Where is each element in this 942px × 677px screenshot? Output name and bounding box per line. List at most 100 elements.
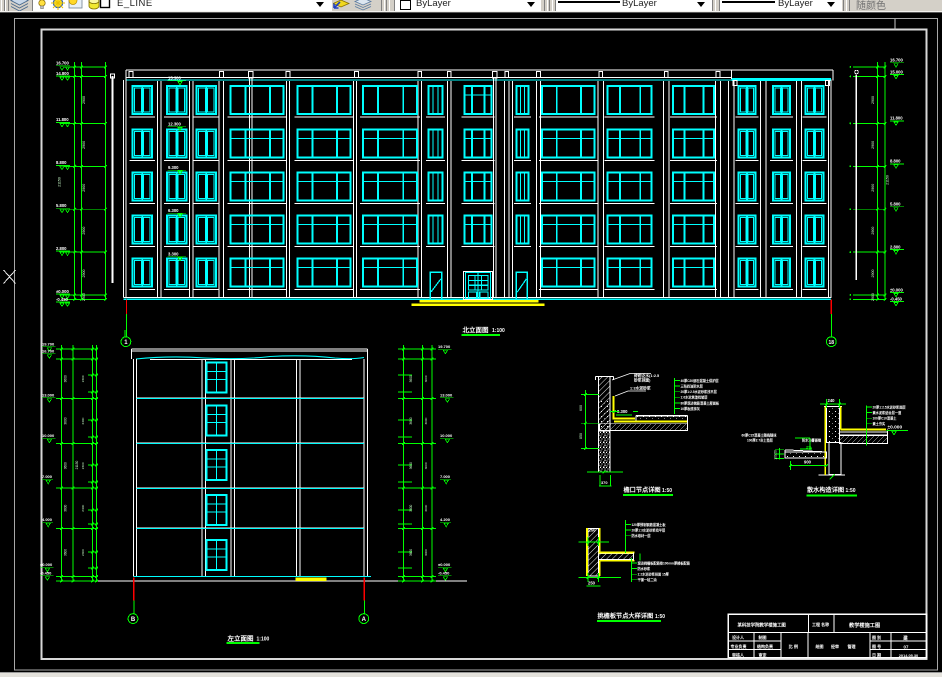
svg-text:13.000: 13.000 [440,393,453,398]
svg-text:±0.000: ±0.000 [56,289,69,294]
svg-text:2900: 2900 [82,270,86,278]
svg-text:100厚C10混凝土: 100厚C10混凝土 [873,416,898,421]
svg-text:教学楼施工图: 教学楼施工图 [848,621,880,629]
svg-text:16.700: 16.700 [56,61,69,66]
svg-text:2900: 2900 [871,227,875,235]
svg-text:现浇挑檐板配筋按100mm厚楼板配筋: 现浇挑檐板配筋按100mm厚楼板配筋 [638,560,691,565]
svg-text:40厚C20细石混凝土保护层: 40厚C20细石混凝土保护层 [681,378,720,383]
svg-text:10.000: 10.000 [42,433,55,438]
svg-text:北立面图: 北立面图 [463,325,490,334]
svg-text:3.300: 3.300 [168,252,179,257]
svg-text:专业负责: 专业负责 [731,643,747,649]
svg-text:B: B [131,617,136,623]
svg-text:比 例: 比 例 [789,643,799,650]
svg-text:1:100: 1:100 [257,636,270,642]
svg-text:干铺一毡二油: 干铺一毡二油 [638,577,657,582]
svg-text:3600: 3600 [409,504,413,511]
svg-text:±0.000: ±0.000 [438,562,451,567]
svg-text:3600: 3600 [64,504,68,511]
svg-text:某科技学院教学楼施工图: 某科技学院教学楼施工图 [738,622,787,629]
svg-text:5.800: 5.800 [890,202,901,207]
svg-text:砂浆抹面): 砂浆抹面) [634,378,651,383]
svg-text:2400: 2400 [81,505,85,512]
svg-text:80厚现浇钢筋混凝土屋面板: 80厚现浇钢筋混凝土屋面板 [681,400,720,405]
svg-text:3000: 3000 [424,462,428,469]
svg-text:设计人: 设计人 [732,634,745,640]
svg-text:5.800: 5.800 [56,203,67,208]
svg-text:16.700: 16.700 [890,58,903,63]
svg-text:建: 建 [902,634,908,641]
svg-text:20厚1:2.5水泥砂浆面层: 20厚1:2.5水泥砂浆面层 [873,404,907,409]
svg-text:工程 名称: 工程 名称 [812,621,829,627]
svg-text:审核人: 审核人 [732,652,745,658]
svg-text:散水构造详图: 散水构造详图 [807,486,844,494]
svg-text:砖砌泛水(1:2.5: 砖砌泛水(1:2.5 [634,373,659,378]
svg-text:2900: 2900 [82,293,86,301]
svg-text:60厚C15混凝土随捣随抹: 60厚C15混凝土随捣随抹 [742,433,778,438]
svg-text:20厚1:3水泥砂浆找平层: 20厚1:3水泥砂浆找平层 [632,528,666,533]
svg-text:2400: 2400 [81,462,85,469]
svg-text:11.800: 11.800 [56,117,69,122]
svg-text:07: 07 [904,644,909,649]
svg-text:7.000: 7.000 [440,474,451,479]
svg-text:防水砂浆: 防水砂浆 [638,566,652,571]
svg-text:左立面图: 左立面图 [227,633,255,642]
svg-text:-0.450: -0.450 [40,571,52,576]
svg-text:2900: 2900 [871,141,875,149]
svg-text:1:3水泥砂浆: 1:3水泥砂浆 [630,386,651,391]
svg-text:制图: 制图 [759,634,767,640]
svg-text:1:100: 1:100 [492,328,505,334]
svg-text:绘图: 绘图 [816,643,824,649]
svg-text:2900: 2900 [871,184,875,192]
svg-text:100厚3:7灰土垫层: 100厚3:7灰土垫层 [747,438,774,443]
svg-text:21150: 21150 [75,460,79,469]
svg-text:2900: 2900 [82,96,86,104]
svg-text:3000: 3000 [424,375,428,382]
svg-text:1:2水泥砂浆抹面 15厚: 1:2水泥砂浆抹面 15厚 [638,572,670,577]
svg-text:-0.450: -0.450 [890,296,903,301]
svg-text:±0.000: ±0.000 [40,562,53,567]
svg-text:15.300: 15.300 [168,76,181,81]
svg-text:-0.450: -0.450 [438,571,450,576]
svg-text:19.700: 19.700 [438,344,451,349]
svg-text:3600: 3600 [409,375,413,382]
svg-text:审定: 审定 [759,652,767,658]
svg-text:2400: 2400 [81,375,85,382]
svg-text:900: 900 [804,460,812,465]
svg-text:8.800: 8.800 [890,159,901,164]
svg-text:15.000: 15.000 [890,69,903,74]
svg-text:3600: 3600 [64,417,68,424]
svg-text:370: 370 [601,480,608,485]
svg-text:A: A [362,617,367,623]
svg-text:9.300: 9.300 [168,165,179,170]
svg-text:13.000: 13.000 [42,393,55,398]
svg-text:14.800: 14.800 [56,71,69,76]
svg-text:3600: 3600 [409,417,413,424]
svg-text:850: 850 [579,433,583,439]
svg-text:日 期: 日 期 [872,652,881,658]
svg-text:250: 250 [588,581,596,586]
svg-text:2900: 2900 [82,141,86,149]
svg-text:21150: 21150 [886,175,890,185]
svg-text:防水卷材一层: 防水卷材一层 [632,533,652,538]
svg-text:2400: 2400 [81,417,85,424]
svg-text:2900: 2900 [871,270,875,278]
svg-text:经审: 经审 [831,643,839,649]
svg-text:8.800: 8.800 [56,160,67,165]
svg-text:2900: 2900 [871,96,875,104]
svg-text:2900: 2900 [871,293,875,301]
svg-text:2.800: 2.800 [56,246,67,251]
svg-text:3000: 3000 [424,505,428,512]
svg-text:1:50: 1:50 [662,488,672,494]
svg-text:-0.450: -0.450 [56,297,69,302]
svg-text:图 别: 图 别 [872,634,881,640]
svg-text:19.700: 19.700 [42,342,55,347]
svg-text:16.700: 16.700 [42,349,55,354]
svg-text:挑檐板节点大样详图: 挑檐板节点大样详图 [598,612,654,620]
svg-text:3600: 3600 [409,549,413,556]
svg-text:4.200: 4.200 [440,517,451,522]
svg-text:100: 100 [774,454,778,460]
svg-text:3000: 3000 [424,549,428,556]
svg-text:20厚1:2.5水泥砂浆找平层: 20厚1:2.5水泥砂浆找平层 [681,389,718,394]
svg-text:3600: 3600 [64,549,68,556]
